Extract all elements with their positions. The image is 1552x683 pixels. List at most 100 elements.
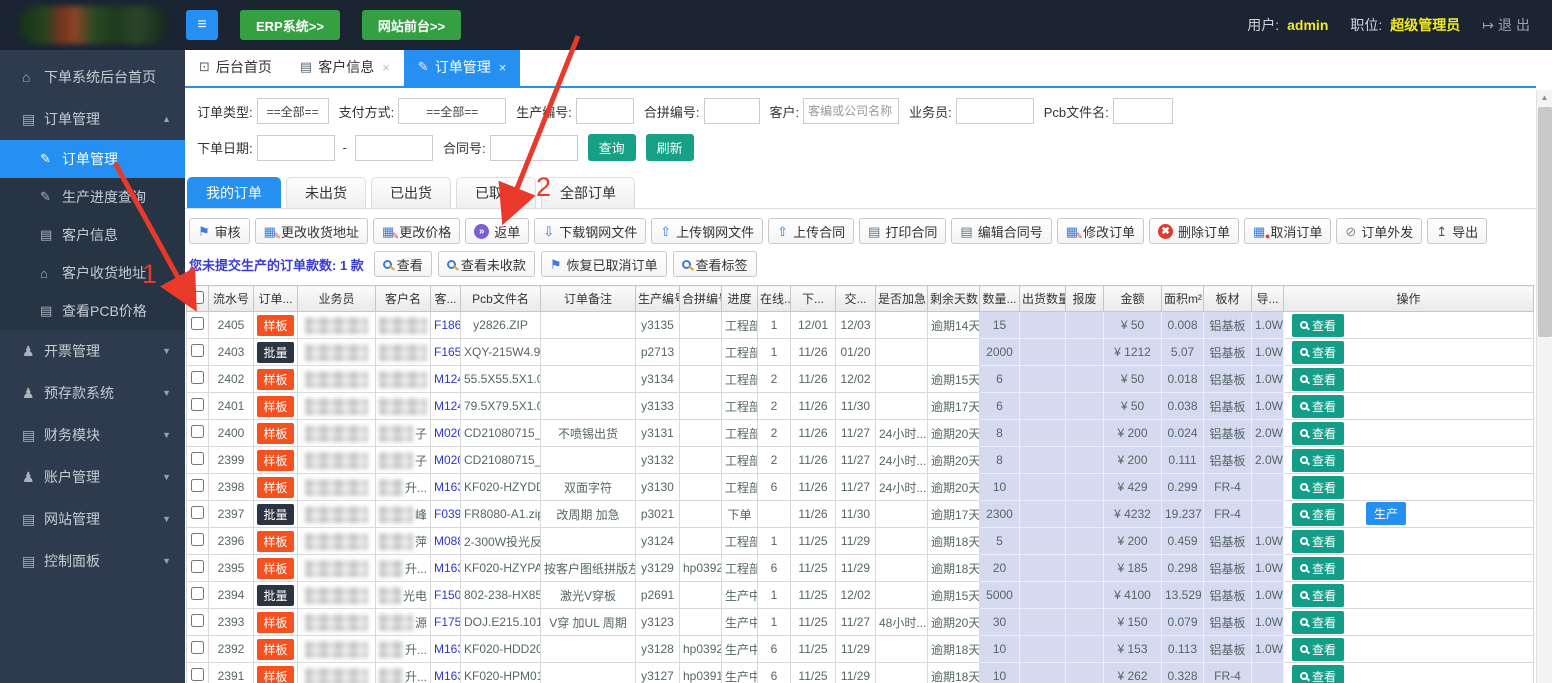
row-checkbox[interactable] [191, 533, 204, 546]
customer-code-link[interactable]: M163 [434, 480, 460, 494]
view-order-button[interactable]: 查看 [1292, 340, 1345, 364]
scroll-up-arrow-icon[interactable]: ▲ [1537, 90, 1552, 106]
vertical-scrollbar[interactable]: ▲ [1536, 90, 1552, 683]
view-order-button[interactable]: 查看 [1292, 664, 1345, 683]
customer-code-link[interactable]: M124 [434, 399, 460, 413]
restore-cancelled-button[interactable]: ⚑ 恢复已取消订单 [540, 251, 667, 277]
customer-code-link[interactable]: F150 [434, 588, 460, 602]
row-checkbox[interactable] [191, 317, 204, 330]
view-order-button[interactable]: 查看 [1292, 367, 1345, 391]
view-labels-button[interactable]: 查看标签 [672, 251, 757, 277]
contract-no-input[interactable] [489, 134, 578, 161]
row-checkbox[interactable] [191, 452, 204, 465]
sales-input[interactable] [955, 98, 1034, 124]
sidebar-item-pcb-price[interactable]: ▤ 查看PCB价格 [0, 292, 185, 330]
sidebar-item-finance-module[interactable]: ▤ 财务模块 ▼ [0, 414, 185, 456]
row-checkbox[interactable] [191, 668, 204, 681]
sidebar-item-account-mgmt[interactable]: ♟ 账户管理 ▼ [0, 456, 185, 498]
order-type-select[interactable]: ==全部== [256, 98, 329, 124]
pcb-file-input[interactable] [1112, 98, 1173, 124]
customer-code-link[interactable]: M163 [434, 669, 460, 683]
customer-code-link[interactable]: M163 [434, 642, 460, 656]
customer-code-link[interactable]: M124 [434, 372, 460, 386]
tab-backstage-home[interactable]: ⊡ 后台首页 [185, 48, 286, 86]
panel-no-input[interactable] [703, 98, 760, 124]
sidebar-item-customer-address[interactable]: ⌂ 客户收货地址 [0, 254, 185, 292]
pay-method-select[interactable]: ==全部== [398, 98, 507, 124]
prod-no-input[interactable] [575, 98, 634, 124]
row-checkbox[interactable] [191, 425, 204, 438]
row-checkbox[interactable] [191, 371, 204, 384]
row-checkbox[interactable] [191, 398, 204, 411]
view-order-button[interactable]: 查看 [1292, 502, 1345, 526]
sidebar-item-home[interactable]: ⌂ 下单系统后台首页 [0, 56, 185, 98]
sidebar-item-customer-info[interactable]: ▤ 客户信息 [0, 216, 185, 254]
site-front-button[interactable]: 网站前台>> [361, 10, 462, 40]
delete-order-button[interactable]: ✖ 删除订单 [1149, 218, 1240, 244]
download-stencil-button[interactable]: ⇩ 下载钢网文件 [534, 218, 647, 244]
erp-system-button[interactable]: ERP系统>> [240, 10, 340, 40]
row-checkbox[interactable] [191, 614, 204, 627]
customer-code-link[interactable]: F165 [434, 345, 460, 359]
view-order-button[interactable]: 查看 [1292, 583, 1345, 607]
export-button[interactable]: ↥ 导出 [1427, 218, 1488, 244]
scrollbar-thumb[interactable] [1538, 107, 1552, 337]
customer-code-link[interactable]: M088 [434, 534, 460, 548]
select-all-checkbox[interactable] [191, 290, 204, 304]
view-unpaid-button[interactable]: 查看未收款 [437, 251, 535, 277]
sidebar-item-order-mgmt-parent[interactable]: ▤ 订单管理 ▲ [0, 98, 185, 140]
row-checkbox[interactable] [191, 344, 204, 357]
tab-order-mgmt[interactable]: ✎ 订单管理 × [403, 48, 521, 86]
sidebar-item-order-mgmt[interactable]: ✎ 订单管理 [0, 140, 185, 178]
sidebar-item-website-mgmt[interactable]: ▤ 网站管理 ▼ [0, 498, 185, 540]
order-tab-1[interactable]: 未出货 [286, 177, 366, 208]
modify-order-button[interactable]: ▦ ✎ 修改订单 [1056, 218, 1145, 244]
sidebar-item-prepaid-system[interactable]: ♟ 预存款系统 ▼ [0, 372, 185, 414]
order-tab-2[interactable]: 已出货 [371, 177, 451, 208]
view-order-button[interactable]: 查看 [1292, 610, 1345, 634]
view-order-button[interactable]: 查看 [1292, 394, 1345, 418]
reorder-button[interactable]: » 返单 [465, 218, 530, 244]
tab-close-icon[interactable]: × [382, 60, 390, 75]
edit-contract-no-button[interactable]: ▤ 编辑合同号 [951, 218, 1052, 244]
tab-customer-info[interactable]: ▤ 客户信息 × [286, 48, 404, 86]
refresh-button[interactable]: 刷新 [645, 134, 694, 161]
tab-close-icon[interactable]: × [499, 60, 507, 75]
order-tab-0[interactable]: 我的订单 [187, 177, 281, 208]
logout-button[interactable]: ↦ 退出 [1482, 15, 1534, 35]
view-order-button[interactable]: 查看 [1292, 421, 1345, 445]
sidebar-item-control-panel[interactable]: ▤ 控制面板 ▼ [0, 540, 185, 582]
menu-toggle-button[interactable]: ≡ [186, 10, 218, 40]
view-order-button[interactable]: 查看 [1292, 475, 1345, 499]
customer-code-link[interactable]: M020 [434, 426, 460, 440]
sidebar-item-invoice-mgmt[interactable]: ♟ 开票管理 ▼ [0, 330, 185, 372]
change-price-button[interactable]: ▦ ✎ 更改价格 [372, 218, 461, 244]
view-order-button[interactable]: 查看 [1292, 313, 1345, 337]
view-order-button[interactable]: 查看 [1292, 637, 1345, 661]
customer-code-link[interactable]: F039 [434, 507, 460, 521]
order-tab-3[interactable]: 已取消 [456, 177, 536, 208]
row-checkbox[interactable] [191, 587, 204, 600]
customer-input[interactable] [803, 98, 900, 124]
print-contract-button[interactable]: ▤ 打印合同 [859, 218, 947, 244]
upload-stencil-button[interactable]: ⇧ 上传钢网文件 [651, 218, 764, 244]
customer-code-link[interactable]: F186 [434, 318, 460, 332]
row-checkbox[interactable] [191, 641, 204, 654]
order-outsource-button[interactable]: ⊘ 订单外发 [1336, 218, 1423, 244]
customer-code-link[interactable]: M163 [434, 561, 460, 575]
sidebar-item-production-progress[interactable]: ✎ 生产进度查询 [0, 178, 185, 216]
order-date-from-input[interactable] [256, 134, 335, 161]
view-order-button[interactable]: 查看 [1292, 529, 1345, 553]
customer-code-link[interactable]: M020 [434, 453, 460, 467]
change-address-button[interactable]: ▦ ✎ 更改收货地址 [254, 218, 368, 244]
search-button[interactable]: 查询 [587, 134, 636, 161]
order-date-to-input[interactable] [354, 134, 433, 161]
cancel-order-button[interactable]: ▦ ● 取消订单 [1244, 218, 1332, 244]
customer-code-link[interactable]: F175 [434, 615, 460, 629]
production-button[interactable]: 生产 [1366, 502, 1407, 526]
row-checkbox[interactable] [191, 506, 204, 519]
view-order-button[interactable]: 查看 [1292, 448, 1345, 472]
row-checkbox[interactable] [191, 560, 204, 573]
audit-button[interactable]: ⚑ 审核 [189, 218, 250, 244]
order-tab-4[interactable]: 全部订单 [541, 177, 635, 208]
